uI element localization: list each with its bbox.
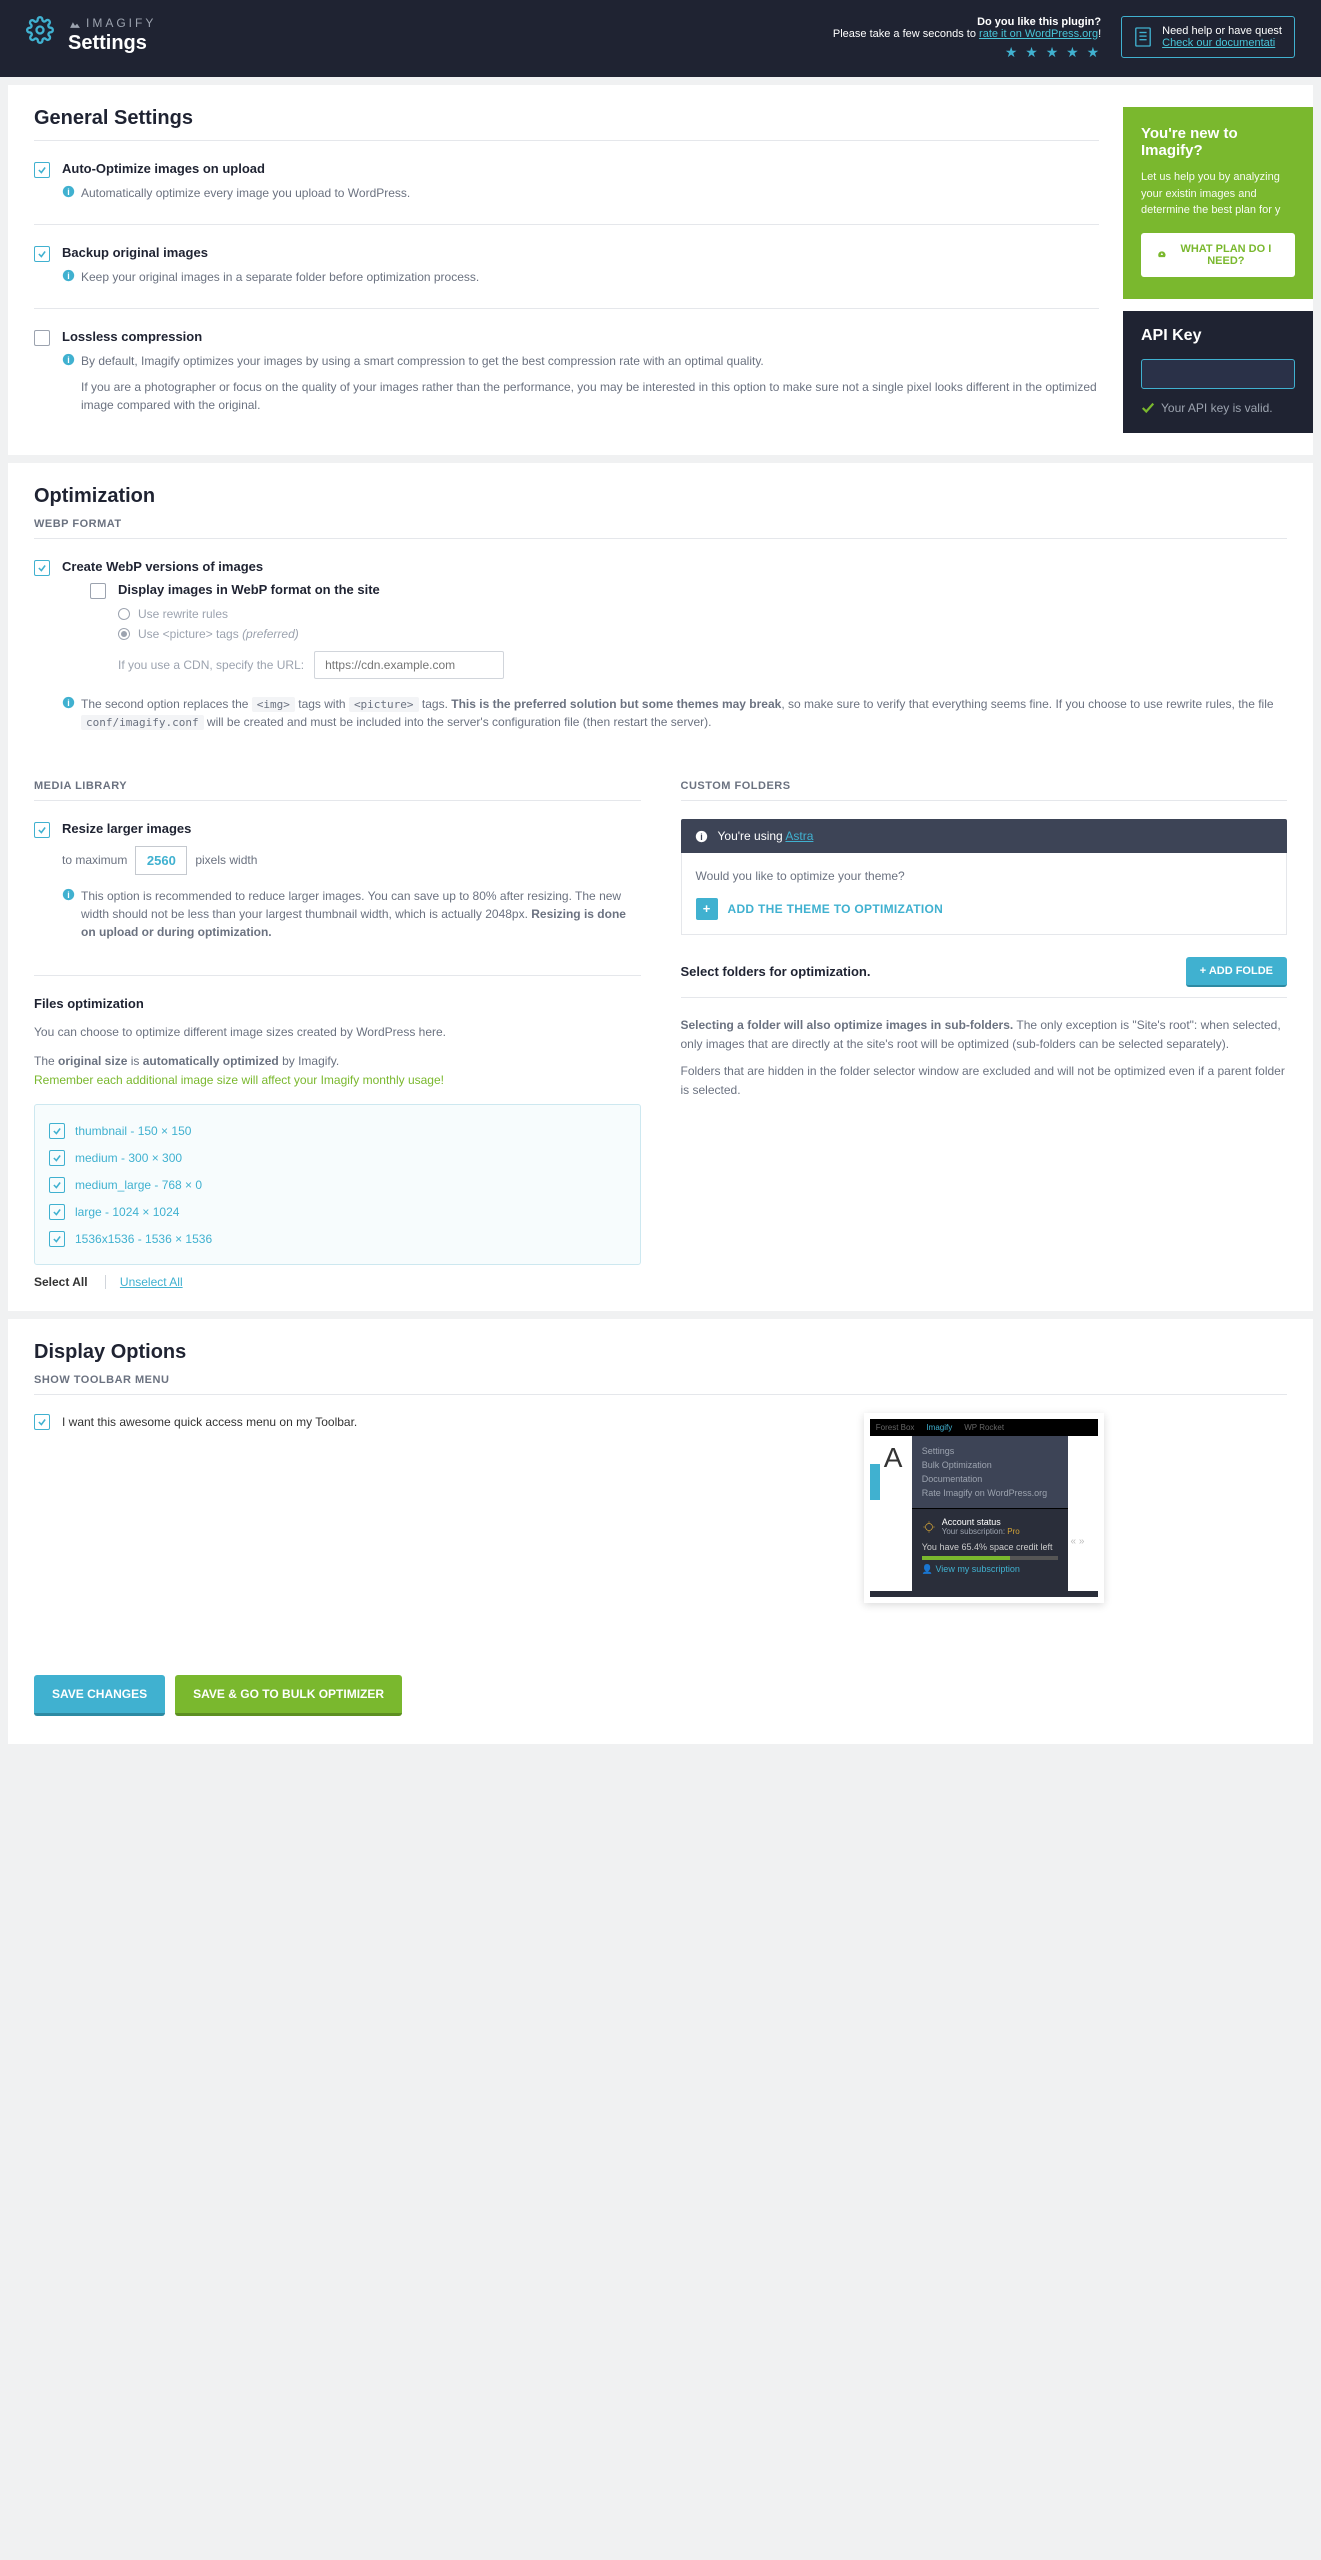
optimization-panel: Optimization WEBP FORMAT Create WebP ver… bbox=[8, 463, 1313, 1312]
media-library-subhead: MEDIA LIBRARY bbox=[34, 780, 641, 792]
size-thumbnail-checkbox[interactable] bbox=[49, 1123, 65, 1139]
files-original-note: The original size is automatically optim… bbox=[34, 1052, 641, 1071]
new-user-promo: You're new to Imagify? Let us help you b… bbox=[1123, 107, 1313, 299]
add-theme-label[interactable]: ADD THE THEME TO OPTIMIZATION bbox=[728, 902, 944, 916]
folders-note-2: Folders that are hidden in the folder se… bbox=[681, 1062, 1288, 1100]
rate-plugin-block: Do you like this plugin? Please take a f… bbox=[833, 16, 1101, 61]
dashboard-icon bbox=[1157, 249, 1167, 261]
toolbar-preview-image: Forest Box Imagify WP Rocket A Settings … bbox=[864, 1413, 1104, 1603]
files-desc: You can choose to optimize different ima… bbox=[34, 1023, 641, 1042]
display-webp-checkbox[interactable] bbox=[90, 583, 106, 599]
help-block: Need help or have quest Check our docume… bbox=[1121, 16, 1295, 58]
size-label: thumbnail - 150 × 150 bbox=[75, 1124, 191, 1138]
general-heading: General Settings bbox=[34, 107, 1099, 130]
size-large-checkbox[interactable] bbox=[49, 1204, 65, 1220]
max-width-input[interactable] bbox=[135, 846, 187, 875]
svg-text:i: i bbox=[67, 697, 69, 707]
size-medium-checkbox[interactable] bbox=[49, 1150, 65, 1166]
display-heading: Display Options bbox=[34, 1341, 1287, 1364]
rate-link[interactable]: rate it on WordPress.org bbox=[979, 28, 1098, 40]
toolbar-subhead: SHOW TOOLBAR MENU bbox=[34, 1374, 1287, 1386]
info-icon: i bbox=[62, 696, 75, 709]
custom-folders-subhead: CUSTOM FOLDERS bbox=[681, 780, 1288, 792]
promo-body: Let us help you by analyzing your existi… bbox=[1141, 169, 1295, 219]
save-bulk-button[interactable]: SAVE & GO TO BULK OPTIMIZER bbox=[175, 1675, 402, 1716]
info-icon: i bbox=[62, 888, 75, 901]
info-icon: i bbox=[62, 353, 75, 366]
svg-text:i: i bbox=[67, 271, 69, 281]
select-all-link[interactable]: Select All bbox=[34, 1275, 88, 1289]
create-webp-label: Create WebP versions of images bbox=[62, 559, 1287, 574]
image-sizes-box: thumbnail - 150 × 150 medium - 300 × 300… bbox=[34, 1104, 641, 1265]
cdn-label: If you use a CDN, specify the URL: bbox=[118, 658, 304, 672]
svg-text:i: i bbox=[67, 889, 69, 899]
info-icon: i bbox=[62, 185, 75, 198]
checkmark-icon bbox=[1141, 401, 1155, 415]
add-folders-button[interactable]: + ADD FOLDE bbox=[1186, 957, 1287, 987]
files-opt-heading: Files optimization bbox=[34, 996, 641, 1011]
theme-info-bar: i You're using Astra bbox=[681, 819, 1288, 853]
size-1536-checkbox[interactable] bbox=[49, 1231, 65, 1247]
page-title: Settings bbox=[68, 32, 156, 55]
files-usage-warning: Remember each additional image size will… bbox=[34, 1071, 641, 1090]
auto-optimize-label: Auto-Optimize images on upload bbox=[62, 161, 1099, 176]
api-key-box: API Key Your API key is valid. bbox=[1123, 311, 1313, 433]
picture-radio[interactable]: Use <picture> tags (preferred) bbox=[118, 627, 1287, 641]
size-medium-large-checkbox[interactable] bbox=[49, 1177, 65, 1193]
svg-text:i: i bbox=[67, 355, 69, 365]
folders-note-1: Selecting a folder will also optimize im… bbox=[681, 1016, 1288, 1054]
api-key-title: API Key bbox=[1141, 327, 1295, 345]
svg-text:i: i bbox=[67, 187, 69, 197]
documentation-link[interactable]: Check our documentati bbox=[1162, 37, 1275, 49]
create-webp-checkbox[interactable] bbox=[34, 560, 50, 576]
resize-label: Resize larger images bbox=[62, 821, 641, 836]
toolbar-menu-checkbox[interactable] bbox=[34, 1414, 50, 1430]
resize-checkbox[interactable] bbox=[34, 822, 50, 838]
display-webp-label: Display images in WebP format on the sit… bbox=[118, 582, 1287, 597]
save-changes-button[interactable]: SAVE CHANGES bbox=[34, 1675, 165, 1716]
toolbar-menu-label: I want this awesome quick access menu on… bbox=[62, 1413, 357, 1432]
unselect-all-link[interactable]: Unselect All bbox=[105, 1275, 183, 1289]
lossless-checkbox[interactable] bbox=[34, 330, 50, 346]
gear-icon bbox=[26, 16, 54, 44]
rating-stars[interactable]: ★ ★ ★ ★ ★ bbox=[833, 44, 1101, 61]
select-folders-label: Select folders for optimization. bbox=[681, 964, 871, 979]
theme-link[interactable]: Astra bbox=[785, 829, 813, 843]
document-icon bbox=[1134, 26, 1152, 48]
size-label: medium_large - 768 × 0 bbox=[75, 1178, 202, 1192]
backup-checkbox[interactable] bbox=[34, 246, 50, 262]
add-theme-button[interactable]: + bbox=[696, 898, 718, 920]
rewrite-radio[interactable]: Use rewrite rules bbox=[118, 607, 1287, 621]
size-label: large - 1024 × 1024 bbox=[75, 1205, 179, 1219]
general-settings-panel: General Settings Auto-Optimize images on… bbox=[8, 85, 1313, 455]
size-label: medium - 300 × 300 bbox=[75, 1151, 182, 1165]
webp-subhead: WEBP FORMAT bbox=[34, 518, 1287, 530]
api-key-field[interactable] bbox=[1141, 359, 1295, 389]
theme-question: Would you like to optimize your theme? bbox=[696, 867, 1273, 886]
info-icon: i bbox=[62, 269, 75, 282]
lossless-label: Lossless compression bbox=[62, 329, 1099, 344]
what-plan-button[interactable]: WHAT PLAN DO I NEED? bbox=[1141, 233, 1295, 277]
svg-text:i: i bbox=[700, 831, 702, 841]
app-header: IMAGIFY Settings Do you like this plugin… bbox=[0, 0, 1321, 77]
webp-note: The second option replaces the <img> tag… bbox=[81, 695, 1287, 732]
brand-logo: IMAGIFY bbox=[68, 16, 156, 30]
optimization-heading: Optimization bbox=[34, 485, 1287, 508]
api-valid-text: Your API key is valid. bbox=[1161, 401, 1273, 415]
backup-label: Backup original images bbox=[62, 245, 1099, 260]
info-icon: i bbox=[695, 830, 708, 843]
cdn-url-input[interactable] bbox=[314, 651, 504, 679]
display-options-panel: Display Options SHOW TOOLBAR MENU I want… bbox=[8, 1319, 1313, 1744]
promo-title: You're new to Imagify? bbox=[1141, 125, 1295, 159]
auto-optimize-checkbox[interactable] bbox=[34, 162, 50, 178]
size-label: 1536x1536 - 1536 × 1536 bbox=[75, 1232, 212, 1246]
